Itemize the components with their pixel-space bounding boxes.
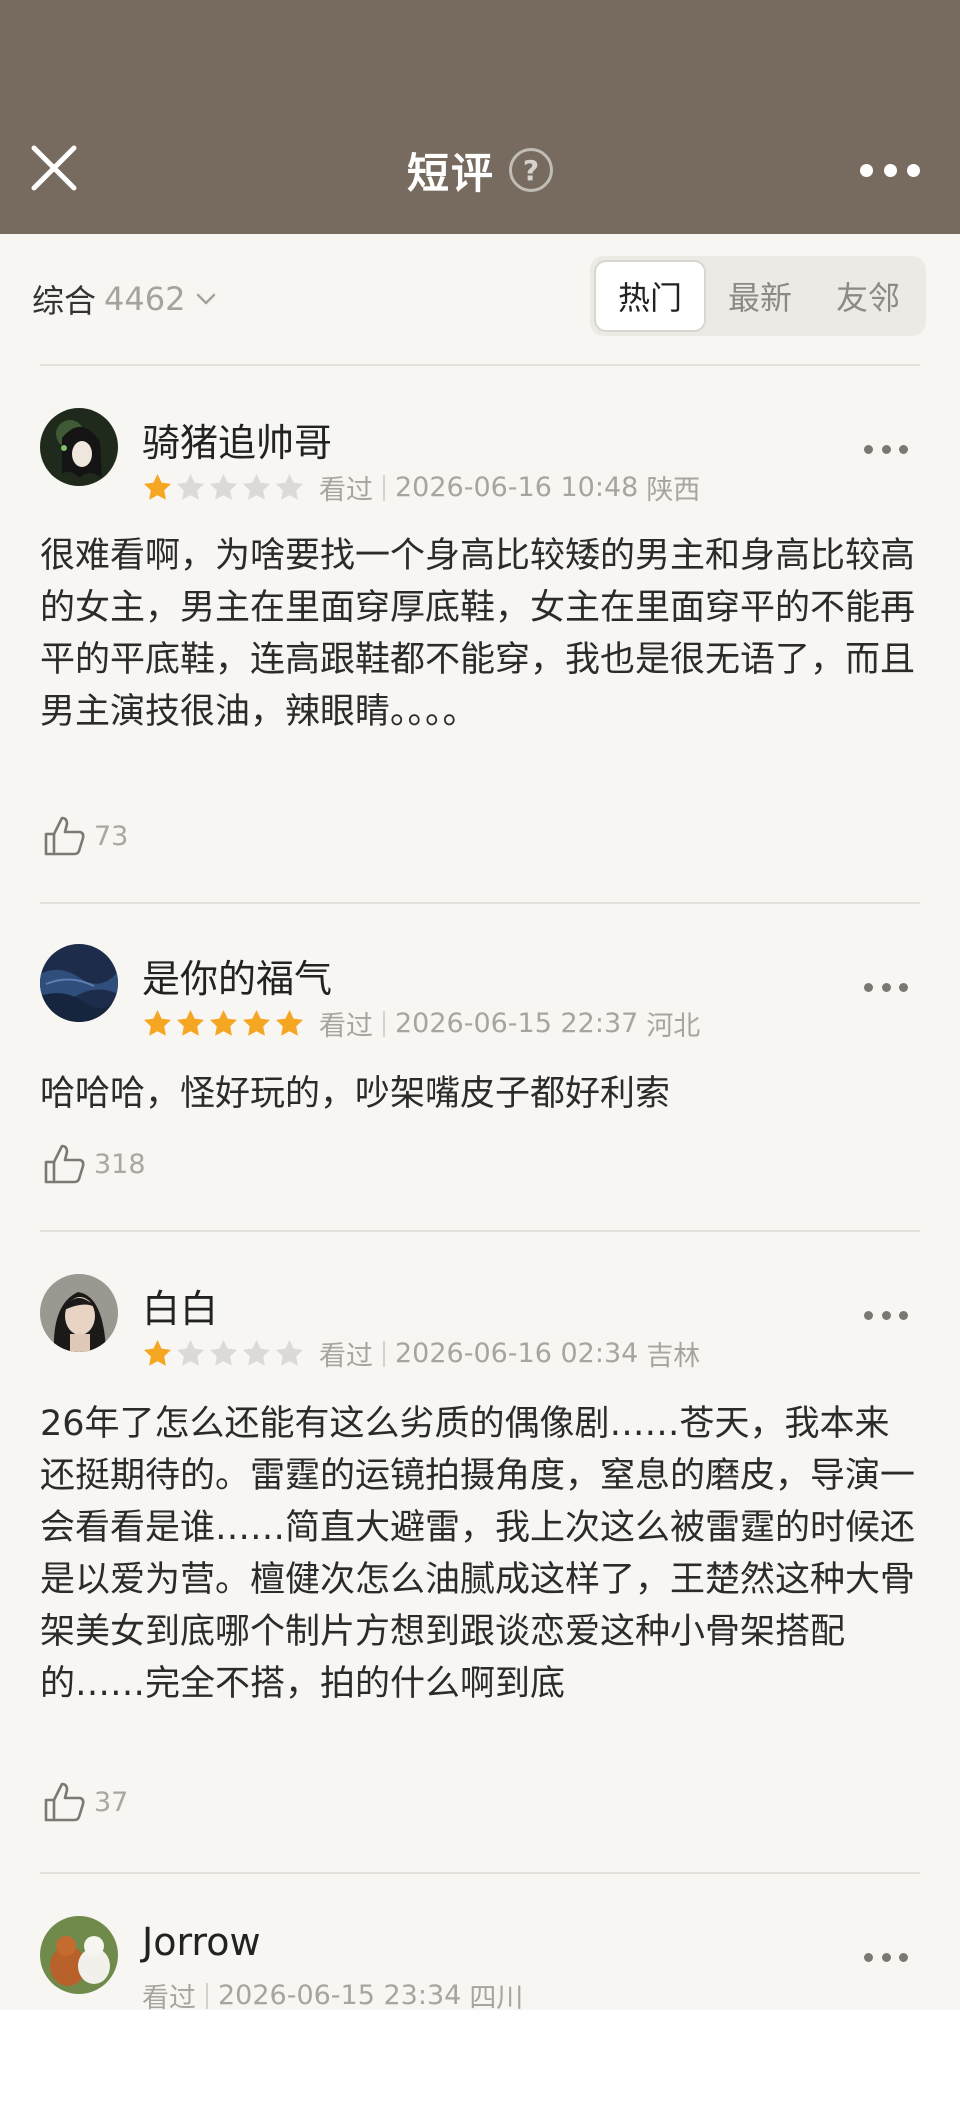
star-icon	[210, 1010, 237, 1036]
review-content: 哈哈哈，怪好玩的，吵架嘴皮子都好利索	[40, 1074, 671, 1114]
review-datetime: 2026-06-16 10:48	[395, 472, 639, 503]
like-count: 73	[94, 820, 129, 852]
review-card: Jorrow 看过 2026-06-15 23:34 四川	[0, 1872, 960, 2010]
sort-label: 综合	[32, 282, 97, 320]
review-location: 四川	[469, 1983, 524, 2010]
star-icon	[177, 1010, 204, 1036]
review-location: 陕西	[646, 475, 701, 506]
top-bar: 短评 ?	[0, 0, 960, 234]
like-count: 318	[94, 1148, 146, 1180]
avatar[interactable]	[40, 1916, 118, 1994]
star-icon	[243, 474, 270, 500]
more-dot-icon	[899, 1952, 908, 1962]
review-more-button[interactable]	[864, 972, 908, 1002]
review-card: 是你的福气 看过 2026-06-15 22:37 河北 哈哈哈，怪好玩的，吵架…	[0, 902, 960, 1232]
review-meta: 看过 2026-06-16 02:34 吉林	[142, 1334, 700, 1373]
more-dot-icon	[899, 444, 908, 454]
more-dot-icon	[899, 1310, 908, 1320]
review-meta: 看过 2026-06-15 22:37 河北	[142, 1004, 700, 1043]
review-card: 骑猪追帅哥 看过 2026-06-16 10:48 陕西 很难看啊，为啥要找一个…	[0, 364, 960, 904]
review-content: 很难看啊，为啥要找一个身高比较矮的男主和身高比较高的女主，男主在里面穿厚底鞋，女…	[40, 536, 916, 732]
like-button[interactable]: 37	[40, 1778, 128, 1826]
thumbs-up-icon	[44, 816, 85, 856]
more-dot-icon	[881, 1310, 891, 1320]
like-button[interactable]: 318	[40, 1140, 146, 1188]
star-rating	[142, 1338, 305, 1369]
review-location: 吉林	[646, 1341, 701, 1372]
star-icon	[177, 1340, 204, 1366]
more-dot-icon	[907, 163, 920, 177]
avatar[interactable]	[40, 1274, 118, 1352]
like-count: 37	[94, 1786, 129, 1818]
more-dot-icon	[860, 163, 873, 177]
username[interactable]: 白白	[142, 1278, 218, 1333]
separator	[383, 474, 385, 501]
star-icon	[144, 1010, 171, 1036]
filter-bar: 综合 4462 热门 最新 友邻	[0, 234, 960, 364]
review-meta: 看过 2026-06-15 23:34 四川	[142, 1976, 523, 2010]
page-title-group: 短评 ?	[0, 140, 960, 200]
star-icon	[210, 1340, 237, 1366]
review-datetime: 2026-06-15 22:37	[395, 1008, 639, 1039]
more-dot-icon	[881, 1952, 891, 1962]
review-meta: 看过 2026-06-16 10:48 陕西	[142, 468, 700, 507]
separator	[383, 1010, 385, 1037]
review-more-button[interactable]	[864, 434, 908, 464]
more-options-button[interactable]	[860, 152, 920, 188]
star-icon	[177, 474, 204, 500]
star-icon	[144, 1340, 171, 1366]
username[interactable]: 骑猪追帅哥	[142, 412, 332, 467]
star-icon	[210, 474, 237, 500]
thumbs-up-icon	[44, 1144, 85, 1184]
review-datetime: 2026-06-15 23:34	[218, 1980, 462, 2010]
sort-dropdown[interactable]: 综合 4462	[32, 274, 219, 324]
review-count: 4462	[104, 280, 186, 318]
watch-status: 看过	[319, 475, 373, 506]
more-dot-icon	[864, 982, 873, 992]
star-icon	[276, 1340, 303, 1366]
review-card: 白白 看过 2026-06-16 02:34 吉林 26年了怎么还能有这么劣质的…	[0, 1230, 960, 1874]
star-icon	[243, 1340, 270, 1366]
separator	[383, 1340, 385, 1367]
review-more-button[interactable]	[864, 1300, 908, 1330]
more-dot-icon	[864, 1310, 873, 1320]
chevron-down-icon	[197, 293, 216, 305]
more-dot-icon	[881, 982, 891, 992]
question-circle-icon[interactable]: ?	[509, 148, 553, 192]
star-rating	[142, 1008, 305, 1039]
like-button[interactable]: 73	[40, 812, 128, 860]
avatar[interactable]	[40, 408, 118, 486]
more-dot-icon	[864, 1952, 873, 1962]
review-datetime: 2026-06-16 02:34	[395, 1338, 639, 1369]
review-content: 26年了怎么还能有这么劣质的偶像剧……苍天，我本来还挺期待的。雷霆的运镜拍摄角度…	[40, 1404, 916, 1704]
star-icon	[144, 474, 171, 500]
more-dot-icon	[883, 163, 897, 177]
watch-status: 看过	[142, 1983, 196, 2010]
thumbs-up-icon	[44, 1782, 85, 1822]
sort-tabs: 热门 最新 友邻	[590, 256, 926, 336]
tab-friends[interactable]: 友邻	[814, 260, 922, 332]
review-more-button[interactable]	[864, 1942, 908, 1972]
page-title: 短评	[406, 148, 495, 198]
more-dot-icon	[899, 982, 908, 992]
tab-latest[interactable]: 最新	[706, 260, 814, 332]
tab-hot[interactable]: 热门	[594, 260, 706, 332]
review-location: 河北	[646, 1011, 701, 1042]
star-icon	[243, 1010, 270, 1036]
username[interactable]: 是你的福气	[142, 948, 332, 1003]
star-icon	[276, 1010, 303, 1036]
avatar[interactable]	[40, 944, 118, 1022]
username[interactable]: Jorrow	[142, 1920, 261, 1964]
reviews-screen: 短评 ? 综合 4462 热门 最新 友邻 骑猪追帅哥 看过 2026-06-1…	[0, 0, 960, 2010]
separator	[206, 1982, 208, 2009]
star-icon	[276, 474, 303, 500]
more-dot-icon	[864, 444, 873, 454]
watch-status: 看过	[319, 1341, 373, 1372]
watch-status: 看过	[319, 1011, 373, 1042]
star-rating	[142, 472, 305, 503]
more-dot-icon	[881, 444, 891, 454]
